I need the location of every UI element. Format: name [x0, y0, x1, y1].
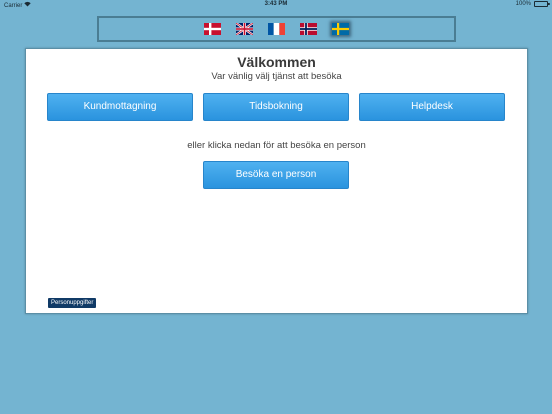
status-bar: Carrier 3:43 PM 100% [0, 0, 552, 10]
uk-flag-icon[interactable] [236, 23, 253, 35]
service-button-tidsbokning[interactable]: Tidsbokning [203, 93, 349, 121]
language-selector [97, 16, 456, 42]
battery-percent: 100% [515, 1, 531, 7]
main-panel: Välkommen Var vänlig välj tjänst att bes… [25, 48, 528, 314]
battery-icon [534, 1, 550, 7]
swedish-flag-icon[interactable] [332, 23, 349, 35]
clock-label: 3:43 PM [264, 1, 288, 7]
personal-data-button[interactable]: Personuppgifter [48, 298, 97, 308]
service-button-kundmottagning[interactable]: Kundmottagning [47, 93, 193, 121]
visit-person-button[interactable]: Besöka en person [203, 161, 349, 189]
service-button-helpdesk[interactable]: Helpdesk [359, 93, 505, 121]
norwegian-flag-icon[interactable] [300, 23, 317, 35]
page-subtitle: Var vänlig välj tjänst att besöka [211, 71, 342, 82]
french-flag-icon[interactable] [268, 23, 285, 35]
visit-person-instruction: eller klicka nedan för att besöka en per… [187, 140, 366, 151]
battery-indicator: 100% [515, 1, 550, 7]
page-title: Välkommen [237, 54, 316, 70]
danish-flag-icon[interactable] [204, 23, 221, 35]
